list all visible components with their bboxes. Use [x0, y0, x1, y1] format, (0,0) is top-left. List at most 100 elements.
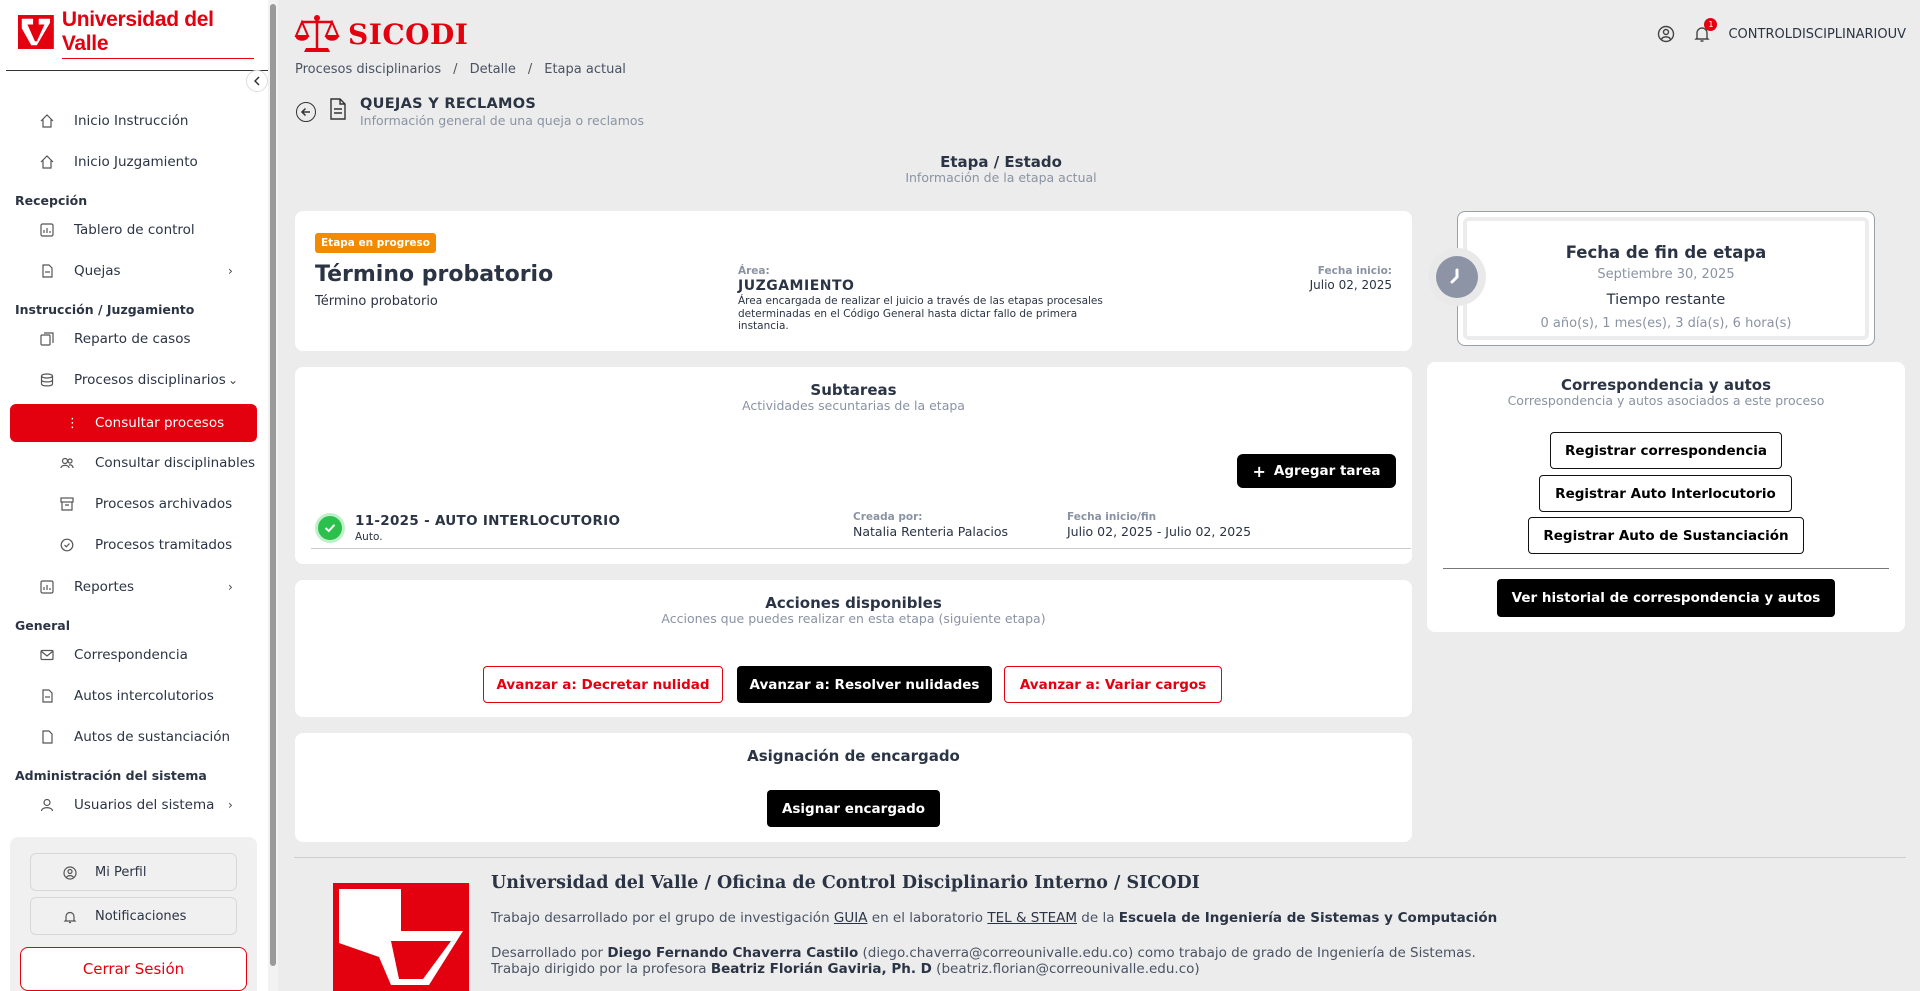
- check-circle-icon: [60, 538, 74, 552]
- sidebar-item-consultar-procesos[interactable]: ⋮ Consultar procesos: [10, 404, 257, 442]
- notification-bell-icon[interactable]: 1: [1692, 18, 1718, 44]
- register-correspondence-button[interactable]: Registrar correspondencia: [1550, 432, 1782, 469]
- sidebar-item-inicio-instruccion[interactable]: Inicio Instrucción: [0, 104, 258, 138]
- user-icon: [40, 798, 54, 812]
- footer-divider: [294, 857, 1906, 858]
- start-date-block: Fecha inicio: Julio 02, 2025: [1310, 265, 1392, 292]
- sidebar-item-label: Correspondencia: [74, 647, 188, 663]
- footer-text: (beatriz.florian@correounivalle.edu.co): [931, 961, 1200, 977]
- my-profile-button[interactable]: Mi Perfil: [30, 853, 237, 891]
- mail-icon: [40, 649, 54, 661]
- breadcrumb-item[interactable]: Detalle: [470, 62, 516, 77]
- area-name: JUZGAMIENTO: [738, 278, 855, 294]
- remaining-time-value: 0 año(s), 1 mes(es), 3 día(s), 6 hora(s): [1540, 316, 1792, 331]
- sicodi-brand[interactable]: SICODI: [294, 14, 468, 54]
- univalle-footer-logo: [333, 883, 469, 991]
- sidebar-item-autos-interlocutorios[interactable]: Autos intercolutorios: [0, 679, 258, 713]
- footer-text: de la: [1077, 910, 1119, 926]
- register-auto-sustanciacion-button[interactable]: Registrar Auto de Sustanciación: [1528, 517, 1804, 554]
- assignment-title: Asignación de encargado: [747, 747, 960, 765]
- subtasks-subtitle: Actividades secuntarias de la etapa: [742, 398, 965, 413]
- lab-link[interactable]: TEL & STEAM: [987, 910, 1077, 926]
- created-by-label: Creada por:: [853, 511, 923, 523]
- sidebar-item-autos-sustanciacion[interactable]: Autos de sustanciación: [0, 720, 258, 754]
- app-name: SICODI: [348, 17, 469, 51]
- home-icon: [40, 114, 54, 128]
- user-area: 1 CONTROLDISCIPLINARIOUV: [1656, 18, 1906, 44]
- my-profile-label: Mi Perfil: [95, 864, 147, 880]
- sidebar-item-tablero[interactable]: Tablero de control: [0, 213, 258, 247]
- document-icon: [330, 98, 346, 120]
- plus-icon: +: [1252, 461, 1266, 481]
- profile-panel: Mi Perfil Notificaciones Cerrar Sesión: [10, 837, 257, 991]
- task-dates-value: Julio 02, 2025 - Julio 02, 2025: [1067, 524, 1252, 539]
- footer-text: Trabajo desarrollado por el grupo de inv…: [491, 910, 834, 926]
- sidebar-item-procesos-archivados[interactable]: Procesos archivados: [0, 487, 258, 521]
- sidebar-item-quejas[interactable]: Quejas ›: [0, 254, 258, 288]
- chevron-right-icon: ›: [228, 264, 233, 278]
- breadcrumb-item[interactable]: Procesos disciplinarios: [295, 62, 441, 77]
- page-title: QUEJAS Y RECLAMOS: [360, 96, 537, 112]
- back-button[interactable]: [296, 102, 316, 122]
- chart-icon: [40, 580, 54, 594]
- end-date-value: Septiembre 30, 2025: [1597, 267, 1735, 282]
- assign-manager-button[interactable]: Asignar encargado: [767, 790, 940, 827]
- sidebar-item-reparto[interactable]: Reparto de casos: [0, 322, 258, 356]
- brand-text: Universidad del Valle: [61, 8, 255, 59]
- sidebar-item-label: Procesos disciplinarios: [74, 372, 226, 388]
- advance-resolver-nulidades-button[interactable]: Avanzar a: Resolver nulidades: [737, 666, 992, 703]
- notification-badge: 1: [1704, 18, 1718, 31]
- task-dates: Fecha inicio/fin Julio 02, 2025 - Julio …: [1067, 511, 1251, 539]
- sidebar-scrollbar[interactable]: [268, 0, 278, 991]
- school-name: Escuela de Ingeniería de Sistemas y Comp…: [1118, 910, 1498, 926]
- scrollbar-thumb[interactable]: [270, 4, 276, 966]
- stage-name: Término probatorio: [315, 262, 554, 287]
- sidebar-item-inicio-juzgamiento[interactable]: Inicio Juzgamiento: [0, 145, 258, 179]
- advance-variar-cargos-button[interactable]: Avanzar a: Variar cargos: [1004, 666, 1222, 703]
- archive-icon: [60, 497, 74, 511]
- username[interactable]: CONTROLDISCIPLINARIOUV: [1728, 27, 1906, 42]
- add-task-label: Agregar tarea: [1273, 463, 1381, 479]
- univalle-logo[interactable]: Universidad del Valle: [18, 8, 255, 59]
- sidebar-item-consultar-disciplinables[interactable]: Consultar disciplinables: [0, 446, 258, 480]
- breadcrumb-separator: /: [527, 62, 533, 77]
- sidebar-item-procesos-tramitados[interactable]: Procesos tramitados: [0, 528, 258, 562]
- guia-link[interactable]: GUIA: [834, 910, 868, 926]
- created-by-value: Natalia Renteria Palacios: [853, 524, 1008, 539]
- stage-section-title: Etapa / Estado: [940, 153, 1062, 171]
- sidebar-item-label: Reportes: [74, 579, 135, 595]
- sidebar-item-usuarios[interactable]: Usuarios del sistema ›: [0, 788, 258, 822]
- task-row[interactable]: 11-2025 - AUTO INTERLOCUTORIO Auto. Crea…: [311, 509, 1411, 549]
- breadcrumb-separator: /: [453, 62, 458, 77]
- divider: [1443, 568, 1889, 569]
- breadcrumb: Procesos disciplinarios / Detalle / Etap…: [295, 62, 626, 77]
- sidebar-item-procesos[interactable]: Procesos disciplinarios ⌄: [0, 363, 258, 397]
- notifications-button[interactable]: Notificaciones: [30, 897, 237, 935]
- start-date-label: Fecha inicio:: [1317, 265, 1392, 277]
- clock-icon: [1428, 248, 1486, 306]
- subtasks-card: Subtareas Actividades secuntarias de la …: [295, 367, 1412, 564]
- end-date-inner: Fecha de fin de etapa Septiembre 30, 202…: [1463, 217, 1869, 340]
- logout-button[interactable]: Cerrar Sesión: [20, 947, 247, 991]
- univalle-logo-icon: [18, 15, 54, 49]
- collapse-sidebar-button[interactable]: [246, 70, 268, 92]
- sidebar-item-label: Autos de sustanciación: [74, 729, 231, 745]
- sidebar-item-reportes[interactable]: Reportes ›: [0, 570, 258, 604]
- subtasks-title: Subtareas: [810, 381, 897, 399]
- advance-decretar-nulidad-button[interactable]: Avanzar a: Decretar nulidad: [483, 666, 723, 703]
- view-history-button[interactable]: Ver historial de correspondencia y autos: [1497, 579, 1835, 617]
- add-task-button[interactable]: + Agregar tarea: [1237, 454, 1396, 488]
- sidebar-item-label: Inicio Juzgamiento: [74, 154, 198, 170]
- chevron-right-icon: ›: [228, 580, 233, 594]
- register-auto-interlocutorio-button[interactable]: Registrar Auto Interlocutorio: [1539, 475, 1792, 512]
- page-header: QUEJAS Y RECLAMOS Información general de…: [296, 96, 644, 128]
- sidebar-item-correspondencia[interactable]: Correspondencia: [0, 638, 258, 672]
- footer-title: Universidad del Valle / Oficina de Contr…: [491, 873, 1200, 893]
- sidebar: Universidad del Valle Inicio Instrucción…: [0, 0, 278, 991]
- stage-description: Término probatorio: [315, 294, 438, 309]
- account-icon[interactable]: [1656, 24, 1676, 44]
- notifications-label: Notificaciones: [95, 908, 187, 924]
- sidebar-item-label: Consultar disciplinables: [95, 455, 256, 471]
- status-badge: Etapa en progreso: [315, 233, 436, 253]
- footer-author-line: Desarrollado por Diego Fernando Chaverra…: [491, 945, 1476, 961]
